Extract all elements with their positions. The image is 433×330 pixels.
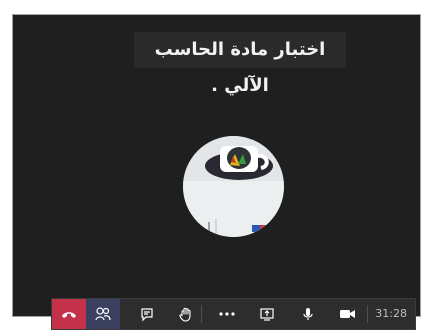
participant-video-image — [183, 136, 284, 237]
microphone-icon — [300, 306, 316, 322]
more-options-button[interactable] — [211, 299, 243, 329]
participants-icon — [95, 306, 111, 322]
meeting-window: اختبار مادة الحاسب الآلي . 31:28 — [12, 14, 421, 330]
participant-video-circle — [183, 136, 284, 237]
chat-button[interactable] — [131, 299, 163, 329]
share-screen-icon — [259, 306, 275, 322]
camera-icon — [339, 308, 357, 320]
participants-button[interactable] — [86, 299, 120, 329]
call-timer: 31:28 — [375, 307, 407, 320]
hang-up-button[interactable] — [52, 299, 86, 329]
call-controls-toolbar: 31:28 — [51, 298, 416, 330]
toolbar-divider-timer — [367, 305, 368, 323]
camera-button[interactable] — [332, 299, 364, 329]
raise-hand-button[interactable] — [170, 299, 202, 329]
hang-up-icon — [61, 309, 77, 319]
share-screen-button[interactable] — [251, 299, 283, 329]
microphone-button[interactable] — [292, 299, 324, 329]
toolbar-divider — [201, 305, 202, 323]
chat-icon — [139, 306, 155, 322]
raise-hand-icon — [178, 306, 194, 322]
more-options-icon — [219, 311, 235, 317]
meeting-title: اختبار مادة الحاسب الآلي . — [134, 32, 346, 96]
